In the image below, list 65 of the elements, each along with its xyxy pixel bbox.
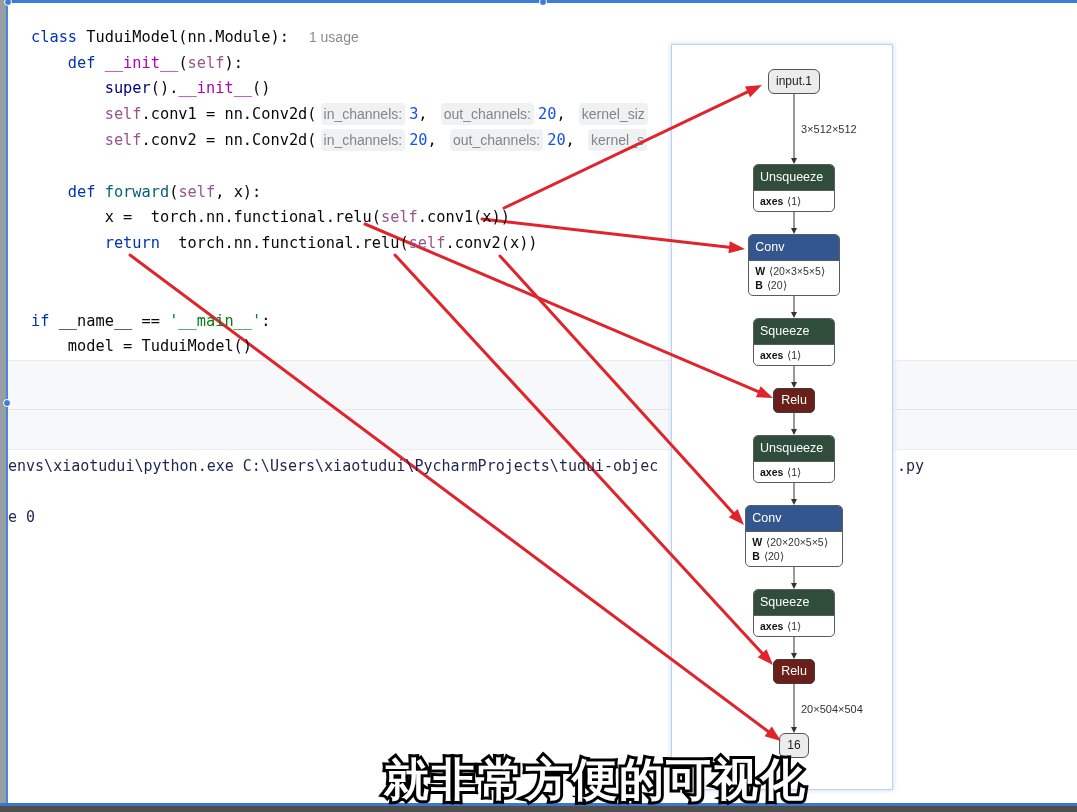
- parameter-hint: out_channels:: [440, 103, 534, 126]
- graph-node[interactable]: Unsqueeze axes ⟨1⟩: [753, 435, 835, 483]
- code-text: x = torch.nn.functional.relu(self.conv1(x)): [104, 208, 510, 227]
- attribute-name: axes: [760, 466, 784, 478]
- graph-node[interactable]: Squeeze axes ⟨1⟩: [753, 318, 835, 366]
- graph-edge: [790, 684, 798, 733]
- code-text: model = TuduiModel(): [67, 337, 253, 356]
- edge-label: 20×504×504: [800, 702, 863, 715]
- node-header: Unsqueeze: [754, 436, 834, 461]
- attribute-value: ⟨20×3×5×5⟩: [769, 265, 825, 277]
- attribute-value: ⟨20⟩: [763, 550, 784, 562]
- selection-handle-icon[interactable]: [4, 0, 12, 6]
- graph-node[interactable]: Relu: [773, 659, 815, 684]
- node-header: Conv: [746, 506, 842, 531]
- code-text: 20,: [547, 131, 576, 150]
- attribute-value: ⟨1⟩: [787, 466, 802, 478]
- graph-edge: [790, 567, 798, 589]
- selection-handle-icon[interactable]: [539, 0, 547, 6]
- graph-node[interactable]: Unsqueeze axes ⟨1⟩: [753, 164, 835, 212]
- graph-edge: [790, 413, 798, 435]
- graph-node[interactable]: Conv W ⟨20×20×5×5⟩ B ⟨20⟩: [745, 505, 843, 567]
- parameter-hint: in_channels:: [320, 129, 406, 152]
- node-header: Squeeze: [754, 590, 834, 615]
- graph-node[interactable]: Relu: [773, 388, 815, 413]
- code-text: super().__init__(): [104, 79, 271, 98]
- parameter-hint: kernel_siz: [578, 103, 648, 126]
- attribute-value: ⟨1⟩: [787, 349, 802, 361]
- parameter-hint: out_channels:: [450, 129, 544, 152]
- code-text: 20,: [409, 131, 438, 150]
- attribute-value: ⟨1⟩: [787, 620, 802, 632]
- code-text: class TuduiModel(nn.Module):: [31, 27, 289, 46]
- node-header: Unsqueeze: [754, 165, 834, 190]
- code-text: 3,: [409, 105, 429, 124]
- node-header: Squeeze: [754, 319, 834, 344]
- selection-handle-icon[interactable]: [3, 399, 11, 407]
- graph-edge: [790, 94, 798, 164]
- graph-edge: [790, 212, 798, 234]
- attribute-name: axes: [760, 195, 784, 207]
- graph-node[interactable]: Conv W ⟨20×3×5×5⟩ B ⟨20⟩: [748, 234, 840, 296]
- code-text: return torch.nn.functional.relu(self.conv2(x)): [104, 234, 538, 253]
- attribute-name: B: [755, 279, 763, 291]
- graph-edge: [790, 296, 798, 318]
- attribute-name: axes: [760, 620, 784, 632]
- graph-node[interactable]: Squeeze axes ⟨1⟩: [753, 589, 835, 637]
- code-text: 20,: [537, 105, 567, 124]
- graph-edge: [790, 637, 798, 659]
- attribute-value: ⟨20×20×5×5⟩: [766, 536, 828, 548]
- graph-node[interactable]: input.1: [768, 69, 820, 94]
- attribute-value: ⟨1⟩: [787, 195, 802, 207]
- attribute-name: B: [752, 550, 760, 562]
- graph-edge: [790, 366, 798, 388]
- code-text: self.conv1 = nn.Conv2d(: [104, 105, 317, 124]
- attribute-value: ⟨20⟩: [766, 279, 787, 291]
- node-header: Conv: [749, 235, 839, 260]
- attribute-name: W: [755, 265, 766, 277]
- console-text: .py: [897, 456, 925, 475]
- edge-label: 3×512×512: [800, 123, 857, 135]
- console-text: e 0: [8, 508, 36, 527]
- code-text: self.conv2 = nn.Conv2d(: [104, 131, 317, 150]
- attribute-name: W: [752, 536, 763, 548]
- graph-edge: [790, 483, 798, 505]
- code-text: def forward(self, x):: [67, 182, 262, 201]
- code-text: def __init__(self):: [67, 53, 243, 72]
- attribute-name: axes: [760, 349, 784, 361]
- parameter-hint: in_channels:: [320, 103, 406, 126]
